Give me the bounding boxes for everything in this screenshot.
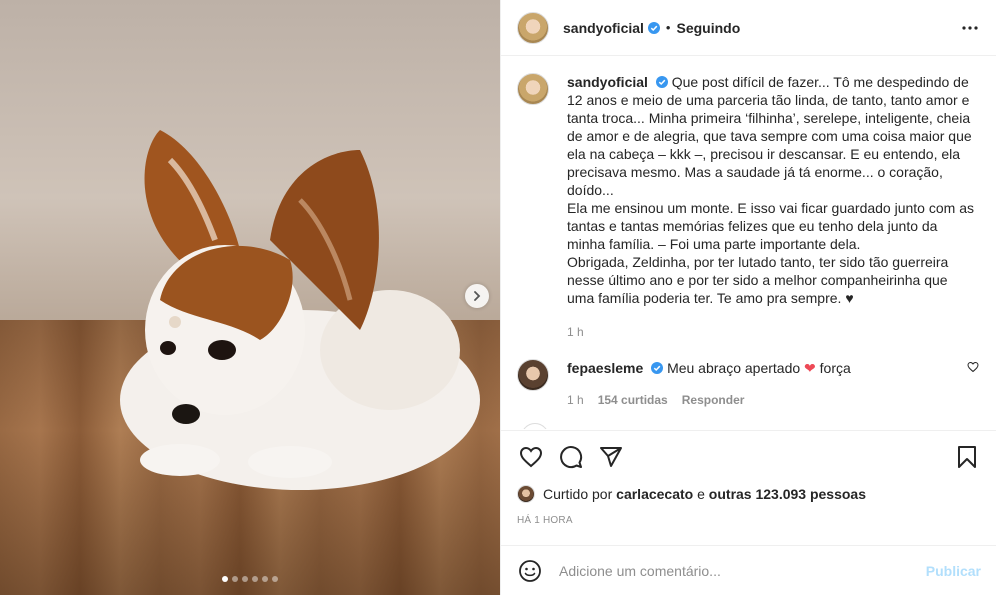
carousel-next-button[interactable]: [465, 284, 489, 308]
comment-input[interactable]: [559, 562, 919, 579]
commenter-username[interactable]: fepaesleme: [567, 360, 643, 376]
verified-badge-icon: [651, 362, 664, 374]
caption-username[interactable]: sandyoficial: [567, 74, 648, 90]
post-actions: Curtido por carlacecato e outras 123.093…: [501, 430, 996, 526]
share-button[interactable]: [597, 443, 625, 471]
like-button[interactable]: [517, 443, 545, 471]
caption-avatar[interactable]: [517, 73, 549, 105]
comment-item: fepaesleme Meu abraço apertado ❤ força 1…: [517, 359, 981, 409]
post-timestamp[interactable]: HÁ 1 HORA: [517, 515, 981, 526]
comment-button[interactable]: [557, 443, 585, 471]
share-icon: [600, 447, 622, 467]
caption: sandyoficial Que post difícil de fazer..…: [517, 73, 981, 341]
more-options-button[interactable]: [960, 18, 980, 38]
emoji-button[interactable]: [517, 558, 543, 584]
post-media[interactable]: [0, 0, 500, 595]
reply-button[interactable]: Responder: [682, 391, 745, 409]
header-separator: •: [665, 20, 671, 35]
heart-icon: [519, 446, 543, 468]
bookmark-icon: [958, 446, 976, 468]
caption-time[interactable]: 1 h: [567, 323, 977, 341]
carousel-indicator: [0, 576, 500, 582]
comment-text-end: força: [815, 360, 851, 376]
comments-section[interactable]: sandyoficial Que post difícil de fazer..…: [501, 57, 996, 429]
post-details-panel: sandyoficial • Seguindo sandyoficial Que…: [500, 0, 996, 595]
author-avatar[interactable]: [517, 11, 549, 44]
chevron-right-icon: [474, 291, 481, 301]
liker-username[interactable]: carlacecato: [616, 486, 693, 502]
add-comment-bar: Publicar: [501, 545, 996, 595]
carousel-dot: [252, 576, 258, 582]
comment-time[interactable]: 1 h: [567, 391, 584, 409]
more-options-icon: [962, 26, 978, 30]
carousel-dot: [232, 576, 238, 582]
publish-button[interactable]: Publicar: [926, 563, 981, 579]
post-container: sandyoficial • Seguindo sandyoficial Que…: [0, 0, 996, 595]
comment-likes[interactable]: 154 curtidas: [598, 391, 668, 409]
next-comment-avatar: [521, 423, 549, 429]
caption-text: Ela me ensinou um monte. E isso vai fica…: [567, 200, 974, 252]
liker-avatar[interactable]: [517, 485, 535, 503]
caption-text: Que post difícil de fazer... Tô me despe…: [567, 74, 972, 198]
verified-badge-icon: [655, 76, 668, 88]
carousel-dot: [222, 576, 228, 582]
likes-summary: Curtido por carlacecato e outras 123.093…: [517, 485, 981, 503]
following-button[interactable]: Seguindo: [676, 20, 740, 36]
caption-text: Obrigada, Zeldinha, por ter lutado tanto…: [567, 254, 949, 306]
dog-photo: [120, 130, 480, 490]
emoji-icon: [519, 559, 541, 582]
author-username[interactable]: sandyoficial: [563, 20, 644, 36]
post-header: sandyoficial • Seguindo: [501, 0, 996, 56]
comment-meta: 1 h 154 curtidas Responder: [567, 391, 947, 409]
carousel-dot: [242, 576, 248, 582]
comment-text: Meu abraço apertado: [667, 360, 805, 376]
red-heart-emoji: ❤: [804, 360, 816, 376]
comment-icon: [560, 446, 583, 469]
commenter-avatar[interactable]: [517, 359, 549, 391]
comment-like-icon[interactable]: [967, 361, 979, 373]
carousel-dot: [272, 576, 278, 582]
carousel-dot: [262, 576, 268, 582]
verified-badge-icon: [647, 21, 660, 34]
save-button[interactable]: [953, 443, 981, 471]
likes-count[interactable]: outras 123.093 pessoas: [709, 486, 866, 502]
